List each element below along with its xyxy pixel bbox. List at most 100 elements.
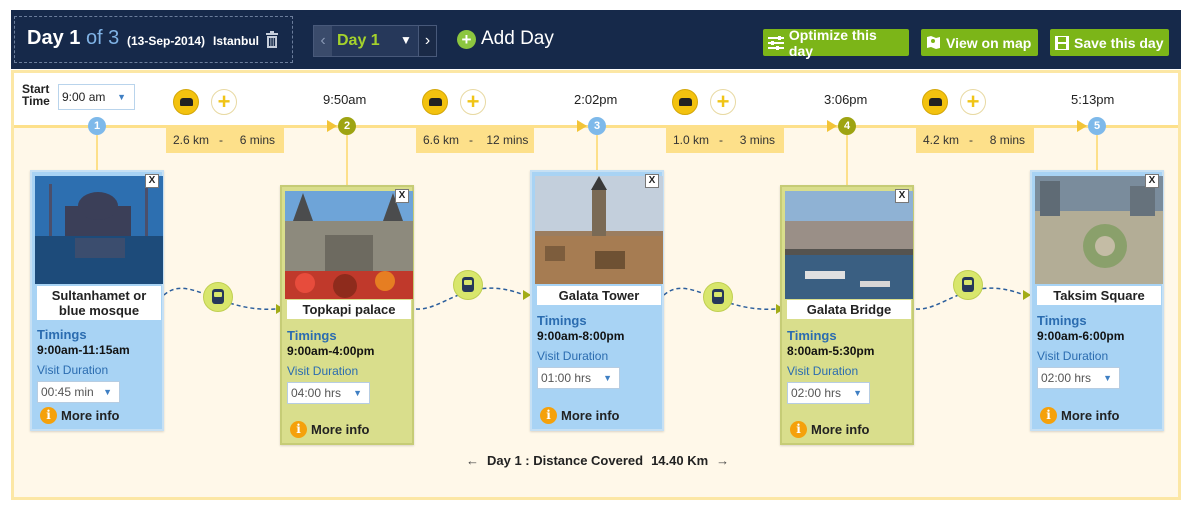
save-label: Save this day <box>1074 34 1164 51</box>
leg-distance-2: 6.6 km - 12 mins <box>416 127 534 153</box>
more-info-link[interactable]: i More info <box>1040 407 1120 424</box>
sliders-icon <box>768 35 784 50</box>
prev-day-icon[interactable]: ‹ <box>314 26 332 56</box>
map-icon <box>927 36 940 49</box>
timings-value: 9:00am-11:15am <box>37 343 130 357</box>
connector-line <box>96 135 98 171</box>
day-selector[interactable]: ‹ Day 1 ▼ › <box>313 25 437 57</box>
trash-icon[interactable] <box>265 31 279 49</box>
taxi-icon[interactable] <box>922 89 948 115</box>
taxi-icon[interactable] <box>422 89 448 115</box>
chevron-down-icon: ▼ <box>1103 373 1112 383</box>
save-day-button[interactable]: Save this day <box>1050 29 1169 56</box>
close-icon[interactable]: X <box>145 174 159 188</box>
day-title: Day 1 of 3 <box>27 27 119 50</box>
arrow-right-icon <box>577 120 587 132</box>
arrow-right-icon <box>327 120 337 132</box>
add-day-button[interactable]: + Add Day <box>457 28 554 50</box>
taxi-icon[interactable] <box>173 89 199 115</box>
more-info-link[interactable]: i More info <box>790 421 870 438</box>
next-arrow-icon[interactable]: → <box>716 453 729 468</box>
arrow-right-icon <box>1077 120 1087 132</box>
arrival-time-4: 3:06pm <box>824 92 868 107</box>
more-info-link[interactable]: i More info <box>40 407 120 424</box>
stop-card-3: X Galata Tower Timings 9:00am-8:00pm Vis… <box>530 170 664 431</box>
add-stop-button[interactable]: + <box>211 89 237 115</box>
day-city: Istanbul <box>213 34 260 48</box>
info-icon: i <box>1040 407 1057 424</box>
itinerary-app: Day 1 of 3 (13-Sep-2014) Istanbul ‹ Day … <box>0 0 1191 508</box>
visit-duration-select[interactable]: 01:00 hrs ▼ <box>537 367 620 389</box>
more-info-link[interactable]: i More info <box>290 421 370 438</box>
close-icon[interactable]: X <box>645 174 659 188</box>
visit-duration-label: Visit Duration <box>37 363 109 377</box>
visit-duration-label: Visit Duration <box>287 364 359 378</box>
bus-icon[interactable] <box>953 270 983 300</box>
leg-distance-1: 2.6 km - 6 mins <box>166 127 284 153</box>
stop-name: Taksim Square <box>1037 286 1161 305</box>
bus-icon[interactable] <box>703 282 733 312</box>
bus-icon[interactable] <box>203 282 233 312</box>
distance-footer: ← Day 1 : Distance Covered 14.40 Km → <box>466 453 729 468</box>
view-map-label: View on map <box>946 34 1032 51</box>
view-map-button[interactable]: View on map <box>921 29 1038 56</box>
start-time-label: Start Time <box>22 82 50 108</box>
add-stop-button[interactable]: + <box>460 89 486 115</box>
stop-name: Galata Bridge <box>787 300 911 319</box>
visit-duration-label: Visit Duration <box>1037 349 1109 363</box>
distance-value: 14.40 Km <box>651 453 709 468</box>
day-date: (13-Sep-2014) <box>127 34 206 48</box>
optimize-day-button[interactable]: Optimize this day <box>763 26 909 59</box>
bus-icon[interactable] <box>453 270 483 300</box>
add-stop-button[interactable]: + <box>710 89 736 115</box>
day-count: of 3 <box>85 27 120 49</box>
taxi-icon[interactable] <box>672 89 698 115</box>
stop-number-5: 5 <box>1088 117 1106 135</box>
stop-name: Sultanhamet or blue mosque <box>37 286 161 320</box>
add-stop-button[interactable]: + <box>960 89 986 115</box>
optimize-label: Optimize this day <box>788 26 877 59</box>
timings-value: 9:00am-6:00pm <box>1037 329 1125 343</box>
timings-value: 9:00am-8:00pm <box>537 329 625 343</box>
close-icon[interactable]: X <box>1145 174 1159 188</box>
day-label: Day 1 <box>27 27 81 49</box>
next-day-icon[interactable]: › <box>418 26 436 56</box>
info-icon: i <box>540 407 557 424</box>
prev-arrow-icon[interactable]: ← <box>466 453 479 468</box>
stop-card-1: X Sultanhamet or blue mosque Timings 9:0… <box>30 170 164 431</box>
stop-photo <box>535 176 663 284</box>
leg-distance-4: 4.2 km - 8 mins <box>916 127 1034 153</box>
top-bar: Day 1 of 3 (13-Sep-2014) Istanbul ‹ Day … <box>11 10 1181 69</box>
add-day-label: Add Day <box>481 28 554 49</box>
visit-duration-label: Visit Duration <box>537 349 609 363</box>
stop-card-5: X Taksim Square Timings 9:00am-6:00pm Vi… <box>1030 170 1164 431</box>
stop-photo <box>785 191 913 299</box>
chevron-down-icon: ▼ <box>117 92 126 102</box>
close-icon[interactable]: X <box>895 189 909 203</box>
visit-duration-select[interactable]: 04:00 hrs ▼ <box>287 382 370 404</box>
close-icon[interactable]: X <box>395 189 409 203</box>
chevron-down-icon: ▼ <box>603 373 612 383</box>
distance-label: Day 1 : Distance Covered <box>487 453 644 468</box>
stop-number-1: 1 <box>88 117 106 135</box>
connector-line <box>596 135 598 171</box>
arrow-right-icon <box>827 120 837 132</box>
timings-label: Timings <box>37 327 87 342</box>
visit-duration-select[interactable]: 00:45 min ▼ <box>37 381 120 403</box>
visit-duration-select[interactable]: 02:00 hrs ▼ <box>1037 367 1120 389</box>
more-info-link[interactable]: i More info <box>540 407 620 424</box>
arrival-time-3: 2:02pm <box>574 92 618 107</box>
chevron-down-icon: ▼ <box>853 388 862 398</box>
chevron-down-icon: ▼ <box>353 388 362 398</box>
chevron-down-icon[interactable]: ▼ <box>400 33 412 47</box>
info-icon: i <box>290 421 307 438</box>
info-icon: i <box>40 407 57 424</box>
connector-line <box>1096 135 1098 171</box>
info-icon: i <box>790 421 807 438</box>
visit-duration-select[interactable]: 02:00 hrs ▼ <box>787 382 870 404</box>
stop-photo <box>1035 176 1163 284</box>
stop-card-4: X Galata Bridge Timings 8:00am-5:30pm Vi… <box>780 185 914 445</box>
day-info-box: Day 1 of 3 (13-Sep-2014) Istanbul <box>14 16 293 63</box>
stop-photo <box>285 191 413 299</box>
start-time-select[interactable]: 9:00 am ▼ <box>58 84 135 110</box>
